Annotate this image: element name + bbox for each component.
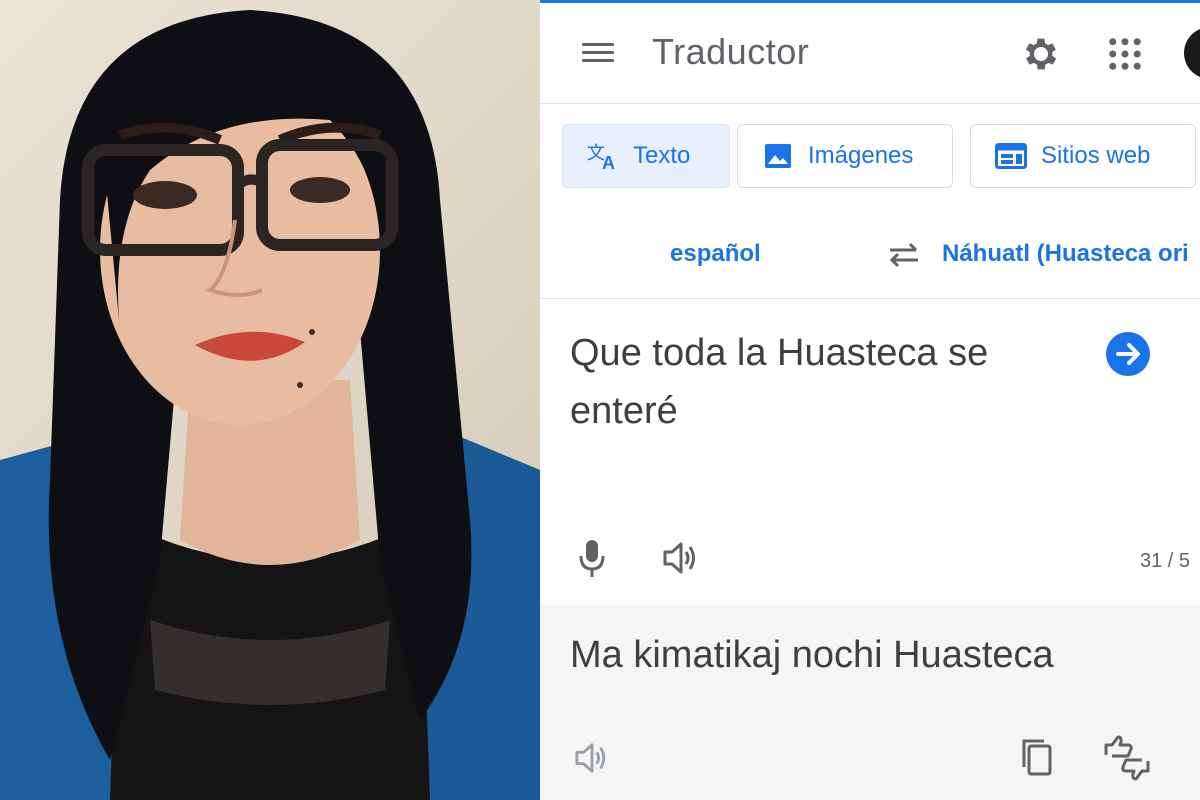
apps-grid-icon[interactable] [1104, 33, 1146, 75]
portrait-illustration [0, 10, 540, 800]
translate-icon: 文 A [585, 141, 621, 171]
source-input-area[interactable]: Que toda la Huasteca se enteré 31 / 5 [540, 300, 1200, 605]
character-count: 31 / 5 [1140, 550, 1191, 572]
mode-tabs: 文 A Texto Imágenes Sitios web [540, 104, 1200, 204]
target-language-button[interactable]: Náhuatl (Huasteca ori [942, 240, 1189, 268]
svg-text:A: A [602, 153, 615, 171]
image-icon [760, 141, 796, 171]
portrait-photo [0, 0, 540, 800]
translation-result-area: Ma kimatikaj nochi Huasteca [540, 605, 1200, 800]
tab-label: Texto [633, 142, 691, 169]
avatar[interactable] [1184, 27, 1200, 79]
source-text-input[interactable]: Que toda la Huasteca se enteré [570, 324, 1090, 440]
microphone-icon[interactable] [578, 538, 606, 578]
speaker-icon[interactable] [574, 741, 610, 775]
app-title: Traductor [652, 31, 810, 72]
gear-icon[interactable] [1020, 33, 1062, 75]
translated-text: Ma kimatikaj nochi Huasteca [570, 634, 1054, 676]
app-bar: Traductor [540, 3, 1200, 104]
tab-sitios-web[interactable]: Sitios web [970, 124, 1196, 188]
tab-label: Sitios web [1041, 142, 1151, 169]
speaker-icon[interactable] [662, 540, 700, 576]
source-language-button[interactable]: español [670, 240, 761, 268]
arrow-right-icon [1116, 343, 1140, 365]
tab-imagenes[interactable]: Imágenes [737, 124, 953, 188]
swap-languages-icon[interactable] [886, 240, 922, 270]
rate-translation-icon[interactable] [1102, 735, 1152, 781]
translate-go-button[interactable] [1106, 332, 1150, 376]
tab-texto[interactable]: 文 A Texto [562, 124, 730, 188]
menu-icon[interactable] [580, 39, 616, 67]
tab-label: Imágenes [808, 142, 914, 169]
translator-app: Traductor 文 A Texto Imágenes Sitios web … [540, 0, 1200, 800]
language-bar: español Náhuatl (Huasteca ori [540, 210, 1200, 299]
copy-icon[interactable] [1020, 737, 1054, 777]
web-icon [993, 141, 1029, 171]
